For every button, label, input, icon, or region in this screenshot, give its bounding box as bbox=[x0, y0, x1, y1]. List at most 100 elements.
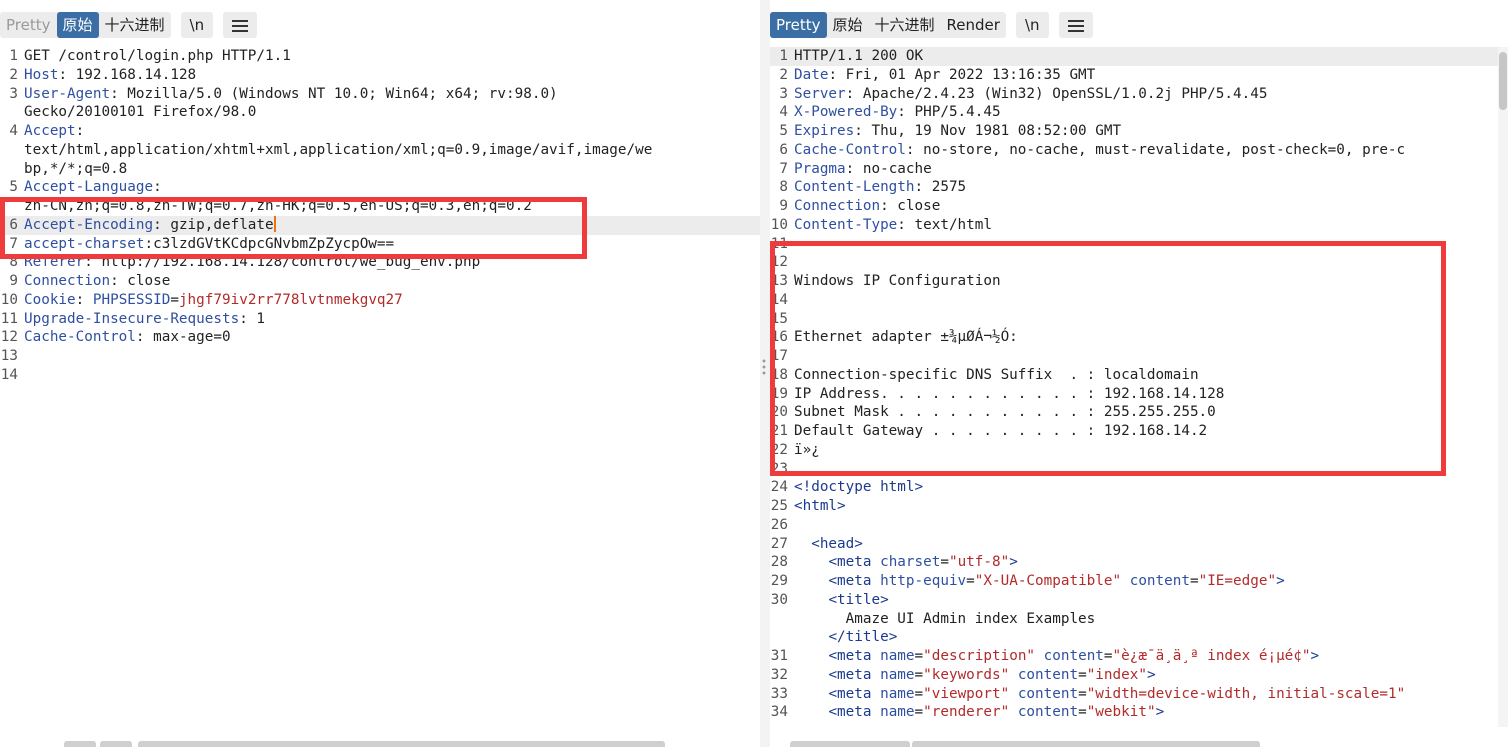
code-line[interactable]: 7 accept-charset:c3lzdGVtKCdpcGNvbmZpZycp… bbox=[0, 235, 760, 254]
code-line[interactable]: 12 bbox=[770, 253, 1498, 272]
code-line[interactable]: 28 <meta charset="utf-8"> bbox=[770, 553, 1498, 572]
code-line[interactable]: 16 Ethernet adapter ±¾µØÁ¬½Ó: bbox=[770, 328, 1498, 347]
field-value: "description" bbox=[923, 648, 1036, 664]
code-line[interactable]: zh-CN,zh;q=0.8,zh-TW;q=0.7,zh-HK;q=0.5,e… bbox=[0, 197, 760, 216]
code-line[interactable]: 19 IP Address. . . . . . . . . . . . : 19… bbox=[770, 385, 1498, 404]
code-line[interactable]: 31 <meta name="description" content="è¿æ… bbox=[770, 647, 1498, 666]
line-content: Subnet Mask . . . . . . . . . . . : 255.… bbox=[794, 403, 1216, 422]
code-line[interactable]: 3 Server: Apache/2.4.23 (Win32) OpenSSL/1… bbox=[770, 85, 1498, 104]
code-text: : Mozilla/5.0 (Windows NT 10.0; Win64; x… bbox=[110, 85, 558, 102]
code-line[interactable]: 2 Date: Fri, 01 Apr 2022 13:16:35 GMT bbox=[770, 66, 1498, 85]
code-line[interactable]: 13 Windows IP Configuration bbox=[770, 272, 1498, 291]
code-line[interactable]: 10 Cookie: PHPSESSID=jhgf79iv2rr778lvtnme… bbox=[0, 291, 760, 310]
code-line[interactable]: 25 <html> bbox=[770, 497, 1498, 516]
response-editor[interactable]: 1 HTTP/1.1 200 OK 2 Date: Fri, 01 Apr 2022 … bbox=[770, 47, 1498, 747]
response-scrollbar[interactable] bbox=[1498, 47, 1508, 727]
code-line[interactable]: 24 <!doctype html> bbox=[770, 478, 1498, 497]
code-line[interactable]: Gecko/20100101 Firefox/98.0 bbox=[0, 103, 760, 122]
line-number: 12 bbox=[770, 254, 788, 271]
tab-pretty[interactable]: Pretty bbox=[0, 12, 57, 38]
code-line[interactable]: 6 Cache-Control: no-store, no-cache, must… bbox=[770, 141, 1498, 160]
code-line[interactable]: 4 X-Powered-By: PHP/5.4.45 bbox=[770, 103, 1498, 122]
code-line[interactable]: 17 bbox=[770, 347, 1498, 366]
field-name: charset bbox=[880, 554, 941, 571]
line-number: 7 bbox=[9, 235, 18, 252]
code-text: : 192.168.14.128 bbox=[58, 66, 197, 83]
newline-toggle-button[interactable]: \n bbox=[1015, 12, 1049, 38]
menu-button[interactable] bbox=[1058, 12, 1093, 38]
code-line[interactable]: Amaze UI Admin index Examples bbox=[770, 610, 1498, 629]
code-line[interactable]: 23 bbox=[770, 460, 1498, 479]
code-line[interactable]: 2 Host: 192.168.14.128 bbox=[0, 66, 760, 85]
code-line[interactable]: 14 bbox=[770, 291, 1498, 310]
tab-raw[interactable]: 原始 bbox=[827, 12, 869, 38]
line-number: 2 bbox=[9, 66, 18, 83]
code-line[interactable]: 3 User-Agent: Mozilla/5.0 (Windows NT 10.… bbox=[0, 85, 760, 104]
code-line[interactable]: 21 Default Gateway . . . . . . . . . : 19… bbox=[770, 422, 1498, 441]
line-number: 19 bbox=[770, 385, 788, 402]
line-number: 31 bbox=[770, 648, 788, 664]
code-line[interactable]: 18 Connection-specific DNS Suffix . : loc… bbox=[770, 366, 1498, 385]
line-content: <meta name="keywords" content="index"> bbox=[794, 666, 1155, 685]
request-editor[interactable]: 1 GET /control/login.php HTTP/1.1 2 Host: 1… bbox=[0, 47, 760, 747]
field-value: "width=device-width, initial-scale=1" bbox=[1086, 685, 1406, 702]
code-line[interactable]: text/html,application/xhtml+xml,applicat… bbox=[0, 141, 760, 160]
code-line[interactable]: 5 Expires: Thu, 19 Nov 1981 08:52:00 GMT bbox=[770, 122, 1498, 141]
code-line[interactable]: 10 Content-Type: text/html bbox=[770, 216, 1498, 235]
code-text: Default Gateway . . . . . . . . . : 192.… bbox=[794, 423, 1208, 439]
scrollbar-thumb[interactable] bbox=[1499, 52, 1507, 110]
code-line[interactable]: 33 <meta name="viewport" content="width=… bbox=[770, 685, 1498, 704]
code-line[interactable]: 4 Accept: bbox=[0, 122, 760, 141]
code-line[interactable]: 12 Cache-Control: max-age=0 bbox=[0, 328, 760, 347]
newline-toggle-button[interactable]: \n bbox=[180, 12, 214, 38]
menu-button[interactable] bbox=[223, 12, 258, 38]
code-text: = bbox=[1078, 704, 1087, 721]
code-line[interactable]: 29 <meta http-equiv="X-UA-Compatible" co… bbox=[770, 572, 1498, 591]
tab-raw[interactable]: 原始 bbox=[56, 12, 99, 38]
code-line[interactable]: 34 <meta name="renderer" content="webkit… bbox=[770, 703, 1498, 722]
line-content: ï»¿ bbox=[794, 441, 820, 460]
code-line[interactable]: 13 bbox=[0, 347, 760, 366]
code-line[interactable]: 9 Connection: close bbox=[0, 272, 760, 291]
line-number: 6 bbox=[779, 141, 788, 158]
code-line[interactable]: 20 Subnet Mask . . . . . . . . . . . : 25… bbox=[770, 403, 1498, 422]
code-line[interactable]: bp,*/*;q=0.8 bbox=[0, 160, 760, 179]
field-name: Server bbox=[794, 85, 846, 102]
field-name: Cookie bbox=[24, 291, 76, 308]
line-content: <!doctype html> bbox=[794, 478, 923, 497]
line-number: 5 bbox=[9, 179, 18, 196]
drag-grip-icon[interactable] bbox=[762, 358, 766, 376]
code-line[interactable]: 8 Content-Length: 2575 bbox=[770, 178, 1498, 197]
code-line[interactable]: 11 Upgrade-Insecure-Requests: 1 bbox=[0, 310, 760, 329]
code-line[interactable]: 30 <title> bbox=[770, 591, 1498, 610]
code-line[interactable]: 11 bbox=[770, 235, 1498, 254]
line-number: 12 bbox=[0, 329, 18, 346]
code-line[interactable]: 27 <head> bbox=[770, 535, 1498, 554]
tab-hex[interactable]: 十六进制 bbox=[869, 12, 941, 38]
code-line[interactable]: 7 Pragma: no-cache bbox=[770, 160, 1498, 179]
code-line[interactable]: 9 Connection: close bbox=[770, 197, 1498, 216]
code-line[interactable]: 14 bbox=[0, 366, 760, 385]
code-line[interactable]: 8 Referer: http://192.168.14.128/control/… bbox=[0, 253, 760, 272]
html-tag: <meta bbox=[828, 704, 881, 721]
code-line[interactable]: 32 <meta name="keywords" content="index"… bbox=[770, 666, 1498, 685]
code-line[interactable]: 6 Accept-Encoding: gzip,deflate bbox=[0, 215, 760, 235]
code-line[interactable]: </title> bbox=[770, 628, 1498, 647]
code-line[interactable]: 15 bbox=[770, 310, 1498, 329]
code-line[interactable]: 5 Accept-Language: bbox=[0, 178, 760, 197]
code-line[interactable]: 22 ï»¿ bbox=[770, 441, 1498, 460]
tab-render[interactable]: Render bbox=[941, 12, 1006, 38]
tab-hex[interactable]: 十六进制 bbox=[99, 12, 171, 38]
code-text: : close bbox=[110, 273, 171, 289]
tab-pretty[interactable]: Pretty bbox=[770, 12, 827, 38]
line-number: 29 bbox=[770, 573, 788, 589]
request-toolbar: Pretty 原始 十六进制 \n bbox=[0, 10, 258, 40]
code-text: : bbox=[75, 123, 85, 139]
code-line[interactable]: 26 bbox=[770, 516, 1498, 535]
line-content: <meta name="renderer" content="webkit"> bbox=[794, 703, 1164, 722]
response-view-tabs: Pretty 原始 十六进制 Render bbox=[770, 12, 1006, 38]
code-line[interactable]: 1 GET /control/login.php HTTP/1.1 bbox=[0, 47, 760, 66]
code-line[interactable]: 1 HTTP/1.1 200 OK bbox=[770, 47, 1498, 66]
